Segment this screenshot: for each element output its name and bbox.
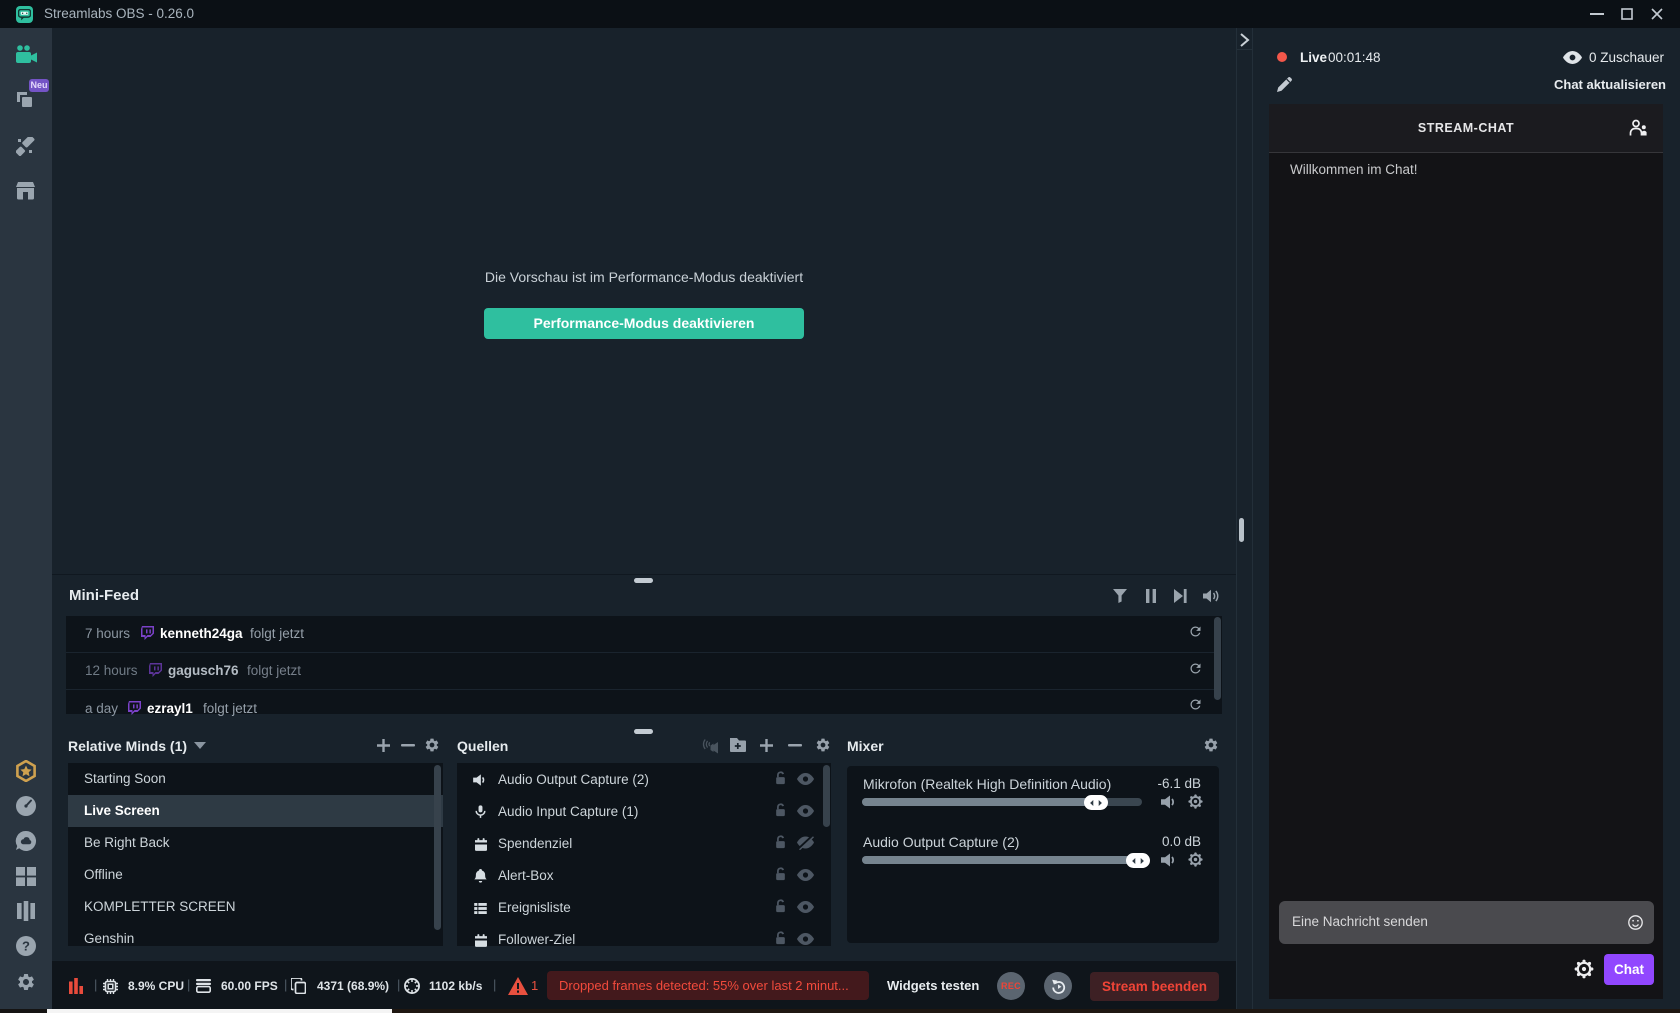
svg-text:?: ? [22, 939, 30, 954]
